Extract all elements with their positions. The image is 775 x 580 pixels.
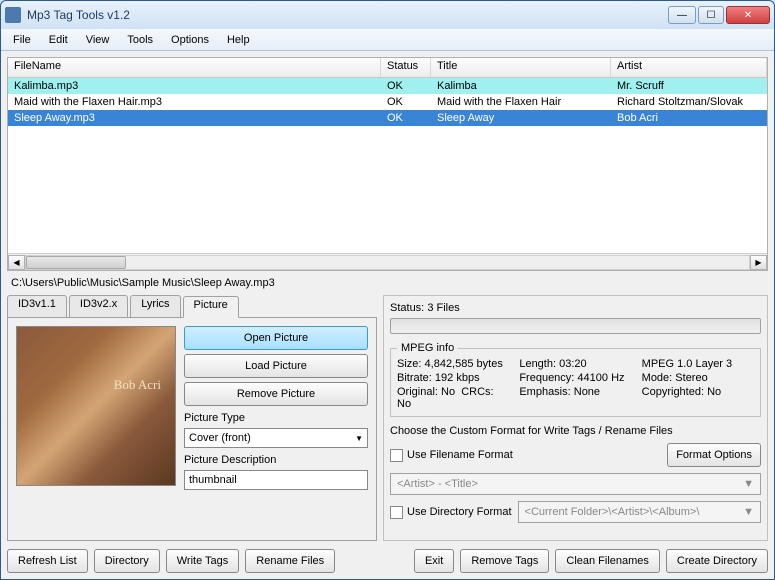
tab-lyrics[interactable]: Lyrics (130, 295, 180, 317)
chevron-down-icon: ▼ (355, 434, 363, 443)
col-title[interactable]: Title (431, 58, 611, 77)
col-status[interactable]: Status (381, 58, 431, 77)
scroll-right-icon[interactable]: ▶ (750, 255, 767, 270)
minimize-button[interactable]: — (668, 6, 696, 24)
scroll-thumb[interactable] (26, 256, 126, 269)
h-scrollbar[interactable]: ◀ ▶ (8, 253, 767, 270)
directory-format-dropdown[interactable]: <Current Folder>\<Artist>\<Album>\▼ (518, 501, 761, 523)
write-tags-button[interactable]: Write Tags (166, 549, 240, 573)
window-title: Mp3 Tag Tools v1.2 (27, 8, 668, 22)
mpeg-info: MPEG info Size: 4,842,585 bytes Length: … (390, 342, 761, 417)
picture-type-select[interactable]: Cover (front)▼ (184, 428, 368, 448)
open-picture-button[interactable]: Open Picture (184, 326, 368, 350)
status-line: Status: 3 Files (390, 302, 761, 314)
list-body[interactable]: Kalimba.mp3OKKalimbaMr. ScruffMaid with … (8, 78, 767, 253)
menu-options[interactable]: Options (163, 32, 217, 48)
use-filename-checkbox[interactable]: Use Filename Format (390, 449, 513, 462)
use-directory-checkbox[interactable]: Use Directory Format (390, 506, 512, 519)
remove-picture-button[interactable]: Remove Picture (184, 382, 368, 406)
exit-button[interactable]: Exit (414, 549, 454, 573)
picture-desc-input[interactable] (184, 470, 368, 490)
maximize-button[interactable]: ☐ (698, 6, 724, 24)
directory-button[interactable]: Directory (94, 549, 160, 573)
scroll-left-icon[interactable]: ◀ (8, 255, 25, 270)
progress-bar (390, 318, 761, 334)
filename-format-dropdown[interactable]: <Artist> - <Title>▼ (390, 473, 761, 495)
tabs: ID3v1.1 ID3v2.x Lyrics Picture (7, 295, 377, 317)
table-row[interactable]: Sleep Away.mp3OKSleep AwayBob Acri (8, 110, 767, 126)
close-button[interactable]: ✕ (726, 6, 770, 24)
menu-view[interactable]: View (78, 32, 118, 48)
load-picture-button[interactable]: Load Picture (184, 354, 368, 378)
menu-edit[interactable]: Edit (41, 32, 76, 48)
col-filename[interactable]: FileName (8, 58, 381, 77)
refresh-list-button[interactable]: Refresh List (7, 549, 88, 573)
remove-tags-button[interactable]: Remove Tags (460, 549, 549, 573)
tab-picture[interactable]: Picture (183, 296, 239, 318)
list-header: FileName Status Title Artist (8, 58, 767, 78)
picture-type-label: Picture Type (184, 412, 368, 424)
menu-tools[interactable]: Tools (119, 32, 161, 48)
table-row[interactable]: Kalimba.mp3OKKalimbaMr. Scruff (8, 78, 767, 94)
format-heading: Choose the Custom Format for Write Tags … (390, 425, 761, 437)
clean-filenames-button[interactable]: Clean Filenames (555, 549, 660, 573)
file-path: C:\Users\Public\Music\Sample Music\Sleep… (7, 275, 768, 291)
tab-id3v1[interactable]: ID3v1.1 (7, 295, 67, 317)
album-art[interactable] (16, 326, 176, 486)
titlebar[interactable]: Mp3 Tag Tools v1.2 — ☐ ✕ (1, 1, 774, 29)
menubar: File Edit View Tools Options Help (1, 29, 774, 51)
format-options-button[interactable]: Format Options (667, 443, 761, 467)
picture-tab-content: Open Picture Load Picture Remove Picture… (7, 317, 377, 541)
file-list: FileName Status Title Artist Kalimba.mp3… (7, 57, 768, 271)
create-directory-button[interactable]: Create Directory (666, 549, 768, 573)
menu-file[interactable]: File (5, 32, 39, 48)
chevron-down-icon: ▼ (743, 506, 754, 518)
rename-files-button[interactable]: Rename Files (245, 549, 335, 573)
col-artist[interactable]: Artist (611, 58, 767, 77)
menu-help[interactable]: Help (219, 32, 258, 48)
picture-desc-label: Picture Description (184, 454, 368, 466)
app-icon (5, 7, 21, 23)
table-row[interactable]: Maid with the Flaxen Hair.mp3OKMaid with… (8, 94, 767, 110)
tab-id3v2[interactable]: ID3v2.x (69, 295, 128, 317)
chevron-down-icon: ▼ (743, 478, 754, 490)
